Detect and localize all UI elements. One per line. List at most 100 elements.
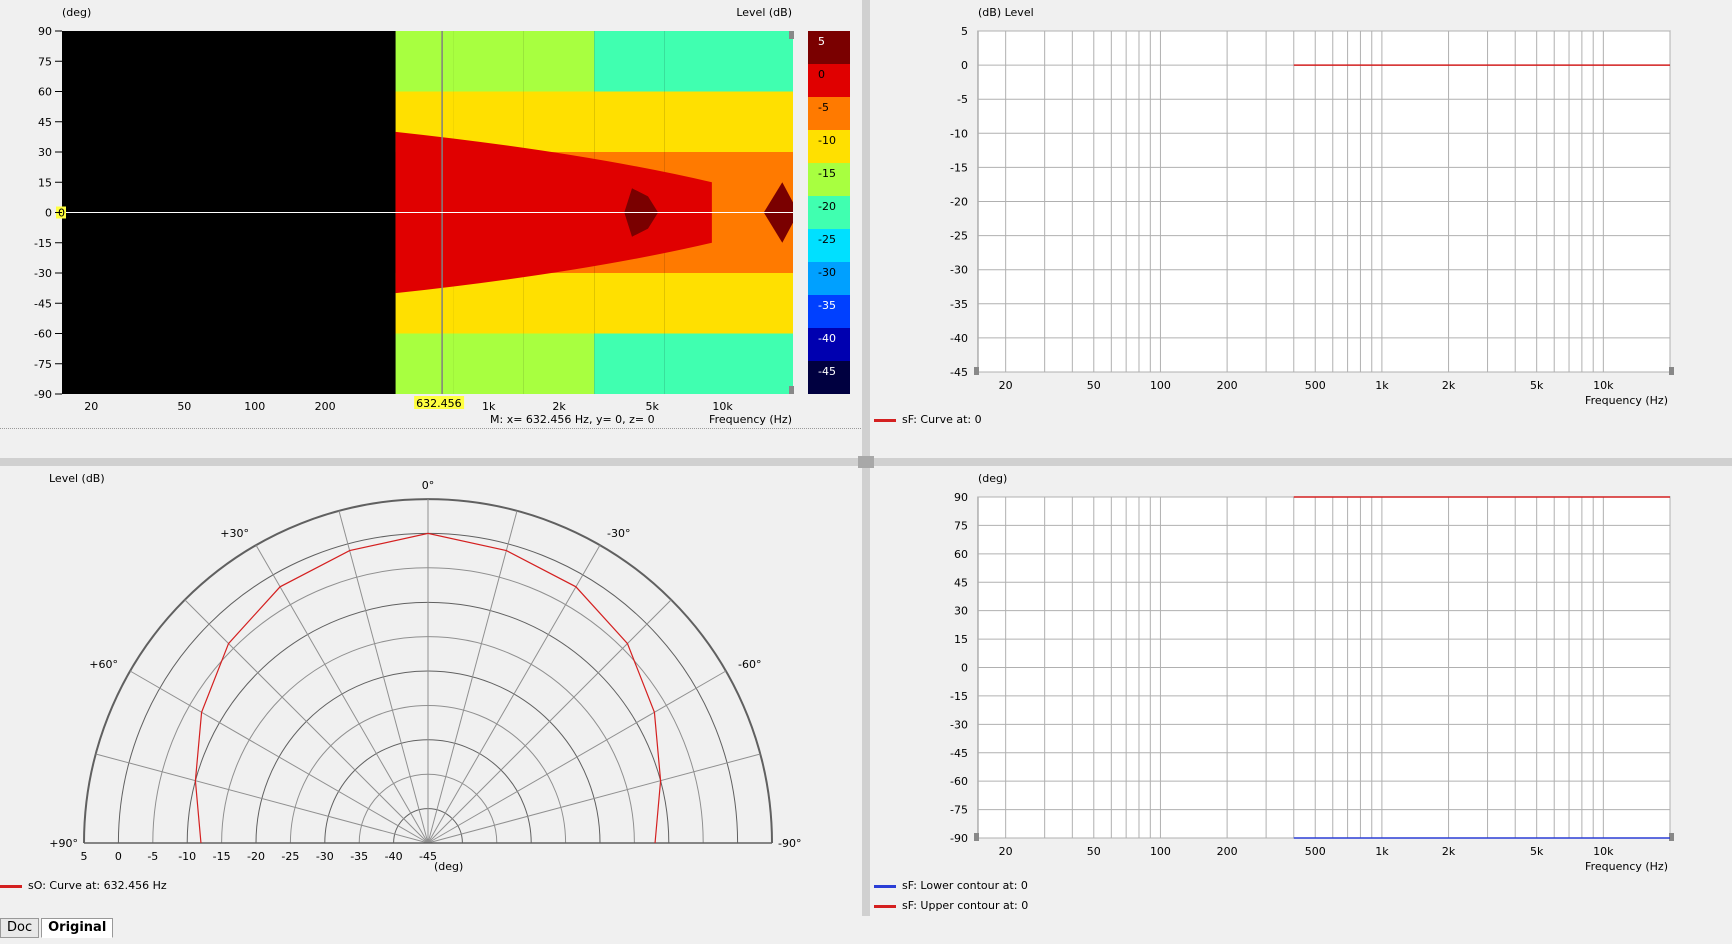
y-tick-label: 45 [38, 116, 52, 129]
x-tick-label: 100 [244, 400, 265, 413]
x-tick-label: 50 [1087, 845, 1101, 858]
contour-cell [523, 31, 595, 92]
y-tick-label: 0 [961, 59, 968, 72]
colorbar-label: -5 [818, 101, 829, 114]
y-tick-label: 30 [38, 146, 52, 159]
x-tick-label: 5k [1530, 845, 1544, 858]
y-tick-label: -20 [950, 196, 968, 209]
y-tick-label: -45 [34, 297, 52, 310]
contour-cell [594, 91, 665, 152]
x-tick-label: 5k [645, 400, 659, 413]
polar-legend-label: sO: Curve at: 632.456 Hz [28, 879, 167, 892]
x-tick-label: 200 [1217, 845, 1238, 858]
level-chart[interactable]: (dB) Level 50-5-10-15-20-25-30-35-40-452… [870, 0, 1732, 430]
colorbar-label: -10 [818, 134, 836, 147]
y-tick-label: -10 [950, 127, 968, 140]
y-tick-label: 15 [954, 633, 968, 646]
x-tick-label: 1k [482, 400, 496, 413]
phase-panel[interactable]: (deg) 90 75 60 45 30 15 0 -15 -30 -45 -60 -75 -90 20 5… [870, 466, 1732, 916]
polar-angle-label: +30° [220, 527, 249, 540]
level-y-label: (dB) Level [978, 6, 1034, 19]
y-tick-label: -75 [950, 804, 968, 817]
scroll-handle-left [974, 833, 979, 841]
polar-spoke [255, 544, 429, 844]
level-panel[interactable]: (dB) Level 5 0 -5 -10 -15 -20 -25 -30 -35 -40 -45 2… [870, 0, 1732, 458]
y-tick-label: -30 [950, 718, 968, 731]
polar-angle-label: +90° [49, 837, 78, 850]
polar-grid: 0° +30° -30° +60° -60° +90° -90° 5 0 -5 -10 -15 -20 -… [49, 479, 801, 863]
phase-chart[interactable]: (deg) 90 75 60 45 30 15 0 -15 -30 -45 -60 -75 -90 20 5… [870, 466, 1732, 876]
polar-legend: sO: Curve at: 632.456 Hz [0, 879, 167, 892]
y-tick-label: 30 [954, 605, 968, 618]
colorbar-label: -40 [818, 332, 836, 345]
x-tick-label: 5k [1530, 379, 1544, 392]
phase-x-label: Frequency (Hz) [1585, 860, 1668, 873]
level-legend-swatch [874, 418, 896, 422]
contour-chart[interactable]: (deg) Level (dB) 0632.456 9075604530150-… [0, 0, 862, 428]
scroll-handle-right [1669, 833, 1674, 841]
polar-angle-label: +60° [89, 658, 118, 671]
polar-spoke [338, 510, 429, 844]
polar-radial-label: -20 [247, 850, 265, 863]
polar-radial-label: -25 [281, 850, 299, 863]
polar-radial-label: -15 [213, 850, 231, 863]
y-tick-label: -75 [34, 358, 52, 371]
x-tick-label: 20 [999, 845, 1013, 858]
contour-panel[interactable]: (deg) Level (dB) 0632.456 9075604530150-… [0, 0, 863, 429]
scroll-handle-top [789, 31, 794, 39]
polar-legend-swatch [0, 884, 22, 888]
x-tick-label: 2k [552, 400, 566, 413]
x-tick-label: 50 [1087, 379, 1101, 392]
y-tick-label: 60 [38, 86, 52, 99]
contour-cell [395, 31, 454, 92]
polar-radial-label: -5 [147, 850, 158, 863]
y-tick-label: -15 [34, 237, 52, 250]
splitter-knob[interactable] [858, 456, 874, 468]
contour-plot-area[interactable]: 0632.456 [56, 31, 794, 410]
colorbar-label: -20 [818, 200, 836, 213]
colorbar-label: -35 [818, 299, 836, 312]
x-tick-label: 100 [1150, 379, 1171, 392]
y-tick-label: -35 [950, 298, 968, 311]
y-tick-label: 75 [954, 519, 968, 532]
polar-spoke [427, 753, 761, 844]
contour-cell [395, 333, 454, 394]
x-tick-label: 20 [84, 400, 98, 413]
y-tick-label: 60 [954, 548, 968, 561]
phase-legend-upper-swatch [874, 904, 896, 908]
polar-radial-label: 0 [115, 850, 122, 863]
y-tick-label: 15 [38, 176, 52, 189]
x-tick-label: 500 [1305, 845, 1326, 858]
colorbar-label: 5 [818, 35, 825, 48]
contour-cell [453, 333, 524, 394]
polar-spoke [184, 599, 429, 844]
level-legend: sF: Curve at: 0 [874, 413, 982, 426]
colorbar-label: 0 [818, 68, 825, 81]
x-tick-label: 1k [1375, 379, 1389, 392]
polar-panel[interactable]: Level (dB) 0° +30° -30° +60° -60° +90° -90° 5 0 -… [0, 466, 862, 916]
polar-chart[interactable]: Level (dB) 0° +30° -30° +60° -60° +90° -90° 5 0 -… [0, 466, 862, 876]
tab-original[interactable]: Original [41, 918, 114, 938]
marker-readout: M: x= 632.456 Hz, y= 0, z= 0 [490, 413, 655, 426]
x-tick-label: 200 [315, 400, 336, 413]
contour-z-label: Level (dB) [736, 6, 792, 19]
level-grid: 50-5-10-15-20-25-30-35-40-4520 50 100 200 50… [950, 25, 1674, 392]
y-tick-label: 0 [45, 207, 52, 220]
y-tick-label: -90 [950, 832, 968, 845]
polar-spoke [427, 510, 518, 844]
tab-doc[interactable]: Doc [0, 918, 40, 938]
phase-legend-upper: sF: Upper contour at: 0 [874, 899, 1028, 912]
y-tick-label: -15 [950, 161, 968, 174]
phase-legend-lower-label: sF: Lower contour at: 0 [902, 879, 1028, 892]
phase-legend-lower: sF: Lower contour at: 0 [874, 879, 1028, 892]
colorbar-swatch [808, 64, 850, 97]
x-tick-label: 1k [1375, 845, 1389, 858]
phase-grid: 90 75 60 45 30 15 0 -15 -30 -45 -60 -75 -90 20 50 100 20… [950, 491, 1674, 858]
x-tick-label: 2k [1442, 379, 1456, 392]
contour-cell [523, 273, 595, 334]
y-tick-label: 90 [954, 491, 968, 504]
y-tick-label: -45 [950, 366, 968, 379]
y-tick-label: -45 [950, 747, 968, 760]
y-tick-label: -30 [34, 267, 52, 280]
x-tick-label: 20 [999, 379, 1013, 392]
